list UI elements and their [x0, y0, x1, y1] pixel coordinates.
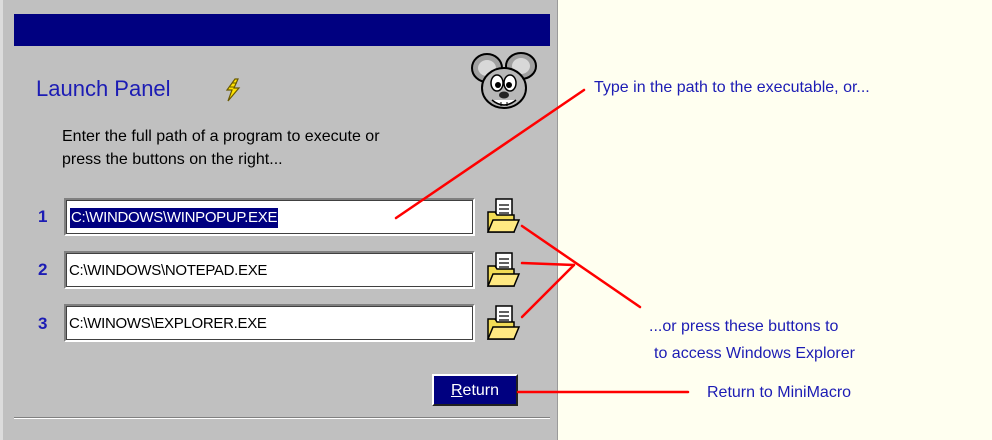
return-button[interactable]: Return — [432, 374, 518, 406]
annotation-type-path: Type in the path to the executable, or..… — [594, 79, 870, 96]
open-folder-icon[interactable] — [484, 196, 522, 236]
path-input-1-selected-text[interactable]: C:\WINDOWS\WINPOPUP.EXE — [70, 208, 279, 228]
lightning-bolt-icon — [225, 78, 241, 102]
path-input-2[interactable] — [69, 259, 465, 281]
mouse-mascot-icon — [471, 52, 537, 109]
panel-title: Launch Panel — [36, 76, 171, 101]
path-field-2[interactable] — [64, 251, 475, 289]
annotation-press-buttons-line-1: ...or press these buttons to — [649, 318, 839, 335]
row-number-3: 3 — [38, 314, 48, 333]
row-number-1: 1 — [38, 207, 48, 226]
divider-highlight — [14, 418, 550, 419]
return-button-label: eturn — [462, 381, 500, 399]
annotation-press-buttons-line-2: to access Windows Explorer — [654, 345, 855, 362]
path-field-1[interactable]: C:\WINDOWS\WINPOPUP.EXE — [64, 198, 475, 236]
launch-panel-window: Launch Panel Enter the full path of a pr… — [0, 0, 558, 440]
path-field-3[interactable] — [64, 304, 475, 342]
title-bar[interactable] — [14, 14, 550, 46]
annotation-return: Return to MiniMacro — [707, 384, 852, 401]
panel-edge — [0, 0, 3, 440]
open-folder-icon[interactable] — [484, 303, 522, 343]
open-folder-icon[interactable] — [484, 250, 522, 290]
row-number-2: 2 — [38, 260, 48, 279]
instructions-line-1: Enter the full path of a program to exec… — [62, 128, 380, 145]
return-button-mnemonic: R — [450, 381, 463, 399]
instructions-line-2: press the buttons on the right... — [62, 151, 283, 168]
instructions-text: Enter the full path of a program to exec… — [62, 125, 502, 171]
path-input-3[interactable] — [69, 312, 465, 334]
